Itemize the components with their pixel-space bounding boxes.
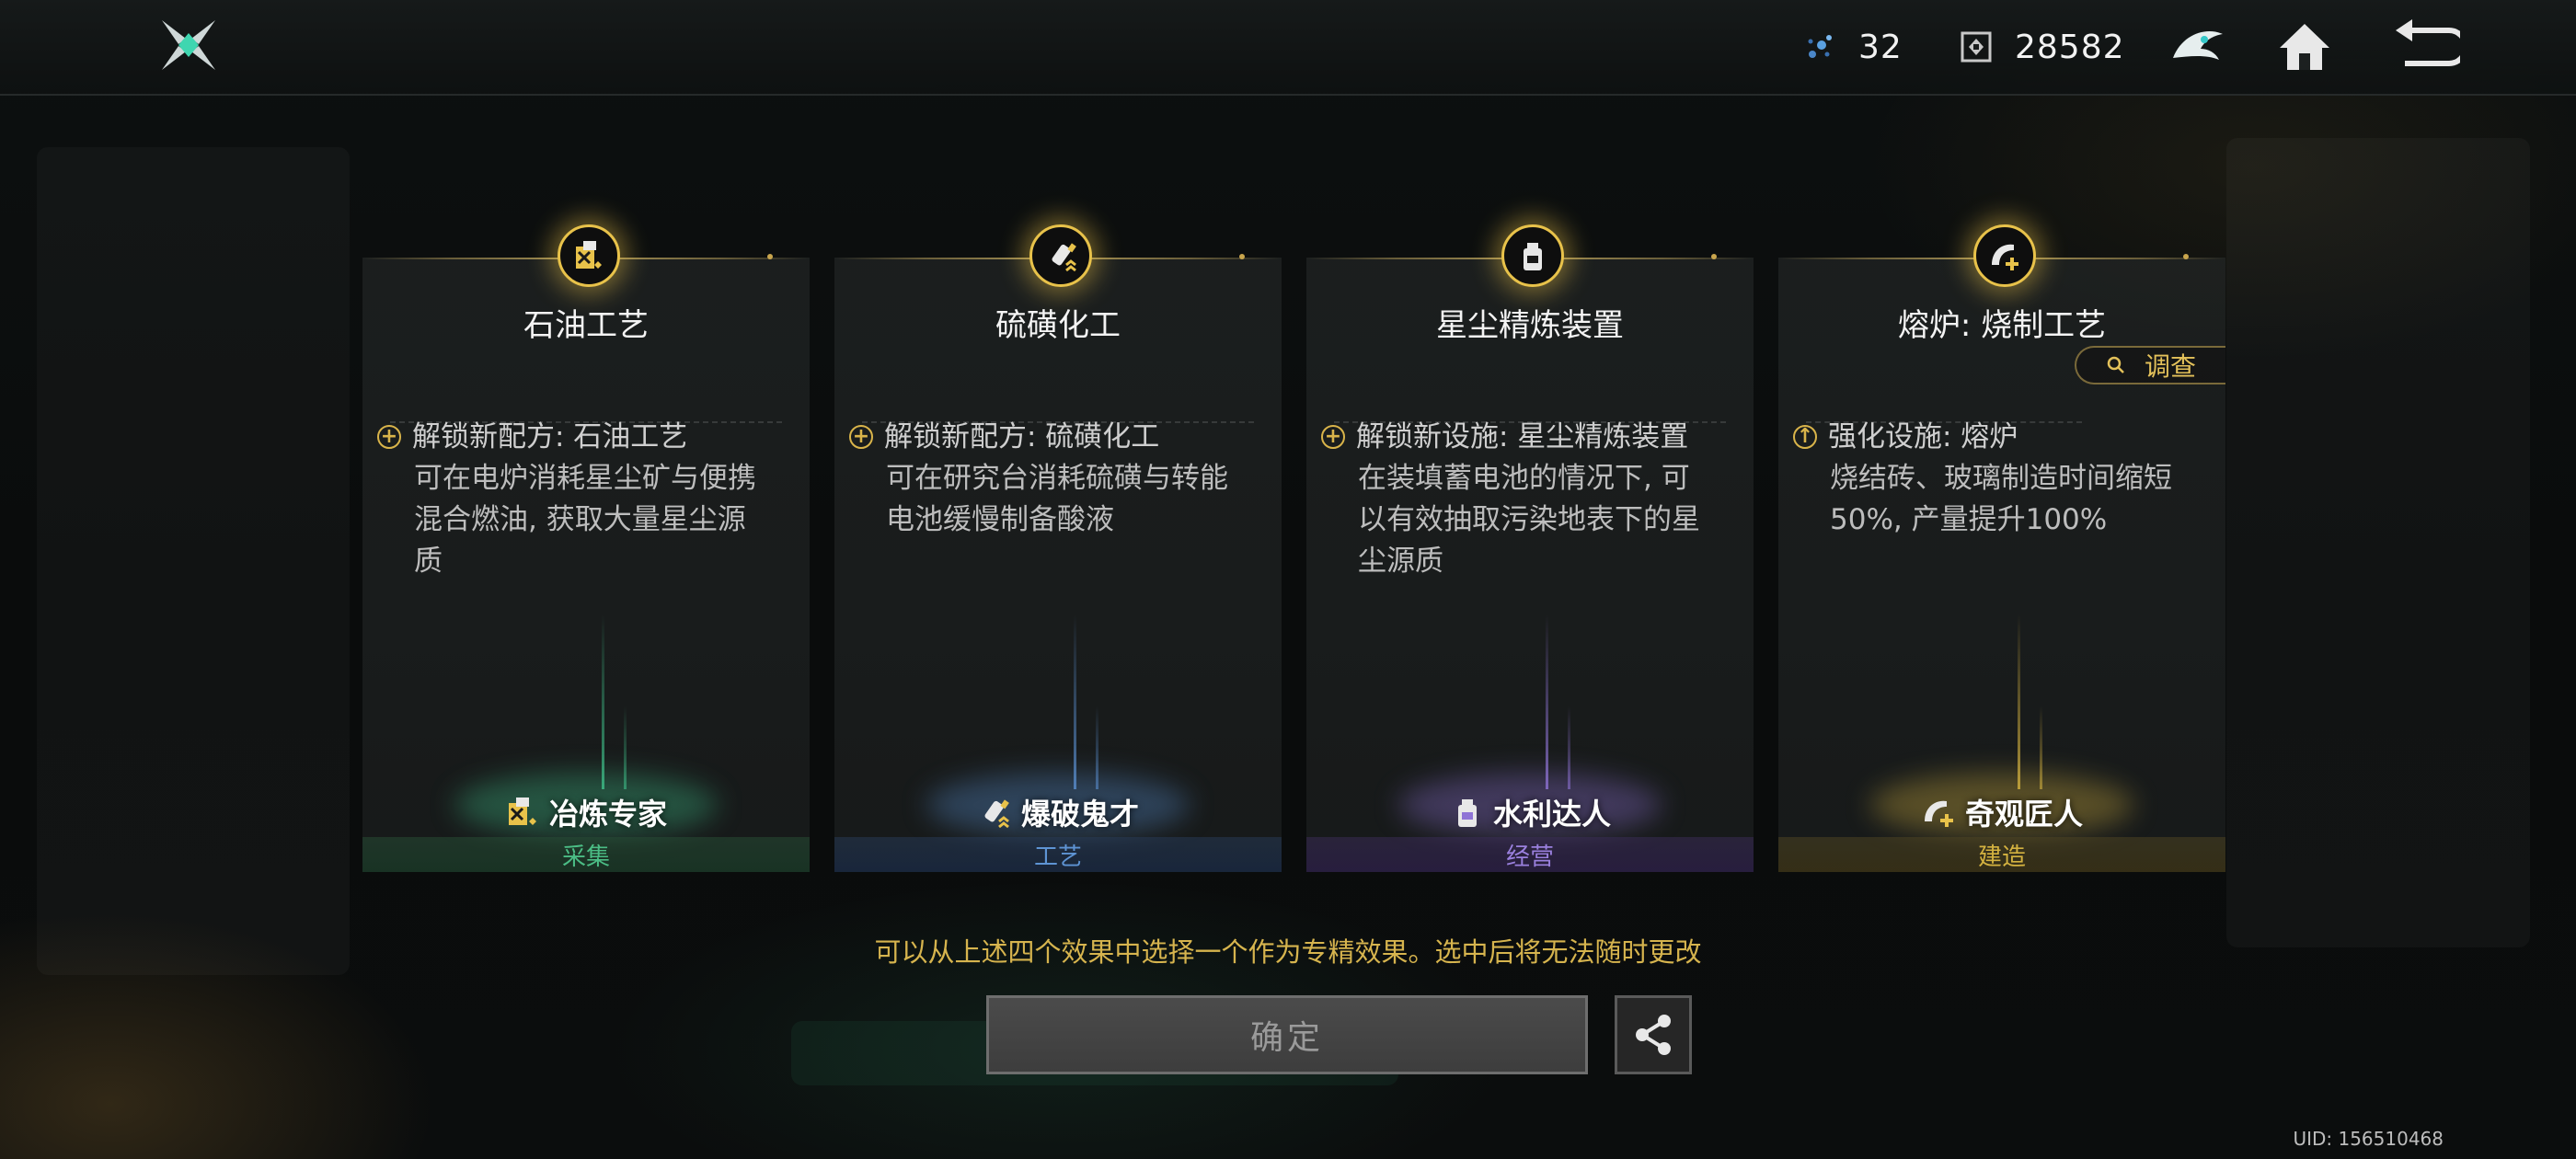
- top-bar: 32 28582: [0, 0, 2576, 96]
- specialization-card-2[interactable]: 硫磺化工 + 解锁新配方: 硫磺化工 可在研究台消耗硫磺与转能 电池缓慢制备酸液…: [834, 224, 1282, 872]
- card-title: 熔炉: 烧制工艺: [1897, 307, 2107, 344]
- stardust-value: 32: [1858, 28, 1903, 66]
- card-title: 星尘精炼装置: [1436, 307, 1624, 344]
- category-label: 经营: [1505, 843, 1554, 871]
- effect-line: 混合燃油, 获取大量星尘源: [414, 503, 746, 536]
- effect-title: 解锁新配方: 石油工艺: [412, 420, 688, 453]
- light-ray: [1546, 614, 1548, 789]
- effect-line: 50%, 产量提升100%: [1830, 503, 2108, 536]
- specialization-card-4[interactable]: 熔炉: 烧制工艺 调查 ↑ 强化设施: 熔炉 烧结砖、玻璃制造时间缩短 50%,…: [1778, 224, 2225, 872]
- card-effect: + 解锁新设施: 星尘精炼装置 在装填蓄电池的情况下, 可 以有效抽取污染地表下…: [1321, 416, 1741, 582]
- card-effect: + 解锁新配方: 石油工艺 可在电炉消耗星尘矿与便携 混合燃油, 获取大量星尘源…: [377, 416, 797, 582]
- effect-description: 可在电炉消耗星尘矿与便携 混合燃油, 获取大量星尘源 质: [414, 458, 797, 582]
- refinery-icon: [1524, 243, 1542, 270]
- card-category: 建造: [1778, 837, 2225, 872]
- badge-label: 冶炼专家: [548, 797, 667, 832]
- card-category: 采集: [362, 837, 810, 872]
- background-blur-panel: [37, 147, 350, 975]
- card-title: 硫磺化工: [995, 307, 1121, 344]
- back-icon: [2396, 19, 2460, 66]
- effect-title: 解锁新配方: 硫磺化工: [884, 420, 1160, 453]
- share-button[interactable]: [1615, 995, 1692, 1074]
- category-label: 采集: [561, 843, 610, 871]
- stardust-counter: 32: [1801, 24, 1903, 70]
- plus-icon: +: [377, 425, 401, 449]
- card-line-dot: [1711, 254, 1717, 259]
- light-ray: [602, 614, 604, 789]
- badge-label: 奇观匠人: [1964, 797, 2083, 832]
- effect-title: 解锁新设施: 星尘精炼装置: [1356, 420, 1689, 453]
- card-emblem: [1029, 224, 1092, 287]
- stardust-icon: [1801, 29, 1838, 65]
- home-icon: [2280, 24, 2329, 70]
- effect-line: 烧结砖、玻璃制造时间缩短: [1830, 462, 2172, 495]
- search-icon: [2107, 356, 2124, 373]
- selection-note: 可以从上述四个效果中选择一个作为专精效果。选中后将无法随时更改: [874, 936, 1702, 968]
- card-line-dot: [2183, 254, 2189, 259]
- badge-label: 水利达人: [1492, 797, 1611, 832]
- card-category: 经营: [1306, 837, 1754, 872]
- effect-line: 电池缓慢制备酸液: [886, 503, 1114, 536]
- card-badge: 水利达人: [1306, 791, 1754, 833]
- card-effect: ↑ 强化设施: 熔炉 烧结砖、玻璃制造时间缩短 50%, 产量提升100%: [1793, 416, 2213, 541]
- category-label: 建造: [1977, 843, 2026, 871]
- confirm-button[interactable]: 确定: [986, 995, 1588, 1074]
- data-cube-icon: [1958, 29, 1995, 65]
- data-cube-counter: 28582: [1958, 24, 2125, 70]
- effect-title: 强化设施: 熔炉: [1828, 420, 2018, 453]
- card-title: 石油工艺: [523, 307, 649, 344]
- effect-line: 可在研究台消耗硫磺与转能: [886, 462, 1228, 495]
- specialization-card-3[interactable]: 星尘精炼装置 + 解锁新设施: 星尘精炼装置 在装填蓄电池的情况下, 可 以有效…: [1306, 224, 1754, 872]
- light-ray: [2018, 614, 2020, 789]
- smelter-badge-icon: [508, 798, 536, 825]
- effect-line: 尘源质: [1358, 545, 1443, 578]
- category-label: 工艺: [1033, 843, 1082, 871]
- effect-description: 在装填蓄电池的情况下, 可 以有效抽取污染地表下的星 尘源质: [1358, 458, 1741, 582]
- home-button[interactable]: [2271, 13, 2339, 81]
- share-icon: [1636, 1015, 1671, 1055]
- card-badge: 奇观匠人: [1778, 791, 2225, 833]
- plus-icon: +: [849, 425, 873, 449]
- investigate-label: 调查: [2144, 351, 2196, 382]
- bottle-icon: [1052, 243, 1076, 272]
- demolition-badge-icon: [984, 799, 1009, 829]
- app-logo-icon: [158, 17, 219, 74]
- mascot-button[interactable]: [2164, 13, 2232, 81]
- effect-line: 以有效抽取污染地表下的星: [1358, 503, 1700, 536]
- effect-line: 可在电炉消耗星尘矿与便携: [414, 462, 756, 495]
- oil-barrel-icon: [576, 241, 602, 269]
- effect-line: 在装填蓄电池的情况下, 可: [1358, 462, 1690, 495]
- card-badge: 冶炼专家: [362, 791, 810, 833]
- card-effect: + 解锁新配方: 硫磺化工 可在研究台消耗硫磺与转能 电池缓慢制备酸液: [849, 416, 1269, 541]
- investigate-button[interactable]: 调查: [2075, 346, 2225, 384]
- data-cube-value: 28582: [2015, 28, 2125, 66]
- back-button[interactable]: [2392, 13, 2460, 81]
- effect-line: 质: [414, 545, 443, 578]
- card-emblem: [1501, 224, 1564, 287]
- furnace-icon: [1992, 244, 2018, 270]
- card-emblem: [558, 224, 620, 287]
- plus-icon: +: [1321, 425, 1345, 449]
- card-line-dot: [767, 254, 773, 259]
- background-blur-panel: [2226, 138, 2530, 947]
- badge-label: 爆破鬼才: [1020, 797, 1139, 832]
- light-ray: [1074, 614, 1076, 789]
- artisan-badge-icon: [1924, 800, 1953, 827]
- effect-description: 可在研究台消耗硫磺与转能 电池缓慢制备酸液: [886, 458, 1269, 541]
- hydraulic-badge-icon: [1457, 799, 1477, 827]
- user-id: UID: 156510468: [2293, 1128, 2444, 1150]
- mascot-icon: [2173, 31, 2223, 60]
- card-emblem: [1973, 224, 2036, 287]
- card-line-dot: [1239, 254, 1245, 259]
- specialization-card-1[interactable]: 石油工艺 + 解锁新配方: 石油工艺 可在电炉消耗星尘矿与便携 混合燃油, 获取…: [362, 224, 810, 872]
- card-badge: 爆破鬼才: [834, 791, 1282, 833]
- card-category: 工艺: [834, 837, 1282, 872]
- upgrade-icon: ↑: [1793, 425, 1817, 449]
- effect-description: 烧结砖、玻璃制造时间缩短 50%, 产量提升100%: [1830, 458, 2213, 541]
